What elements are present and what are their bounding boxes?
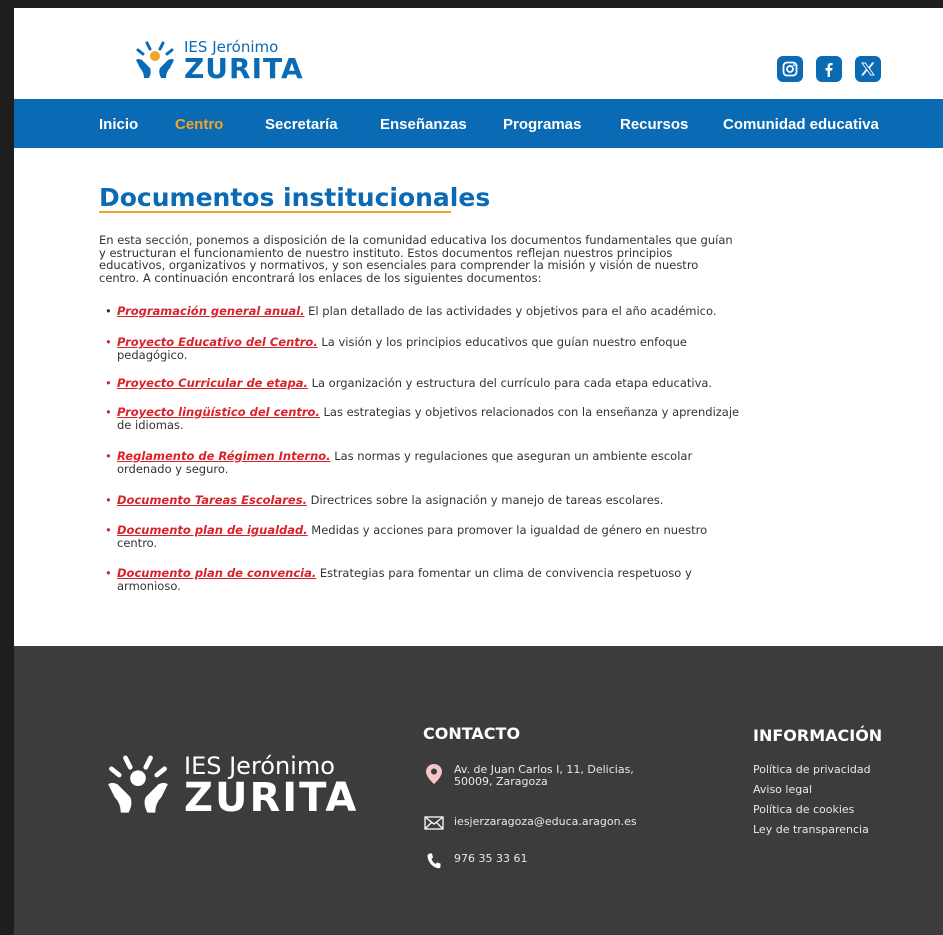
document-description: El plan detallado de las actividades y o…: [304, 304, 717, 318]
transparency-law-link[interactable]: Ley de transparencia: [753, 823, 869, 836]
cookie-policy-link[interactable]: Política de cookies: [753, 803, 854, 816]
title-underline: [99, 211, 451, 213]
footer-logo-title: ZURITA: [184, 775, 359, 821]
site-header: IES Jerónimo ZURITA: [14, 8, 943, 99]
info-heading: INFORMACIÓN: [753, 726, 883, 745]
bullet: •: [105, 566, 112, 580]
document-link[interactable]: Proyecto Curricular de etapa.: [117, 376, 308, 390]
phone-text: 976 35 33 61: [454, 852, 528, 865]
nav-item-secretaria[interactable]: Secretaría: [265, 116, 338, 133]
document-description: La organización y estructura del currícu…: [307, 376, 713, 390]
x-icon[interactable]: [855, 56, 881, 82]
document-description: Directrices sobre la asignación y manejo…: [306, 493, 664, 507]
privacy-policy-link[interactable]: Política de privacidad: [753, 763, 871, 776]
logo-mark-icon: [136, 41, 174, 78]
list-item: • Documento plan de igualdad. Medidas y …: [105, 524, 745, 549]
location-pin-icon: [424, 764, 444, 784]
email-row[interactable]: iesjerzaragoza@educa.aragon.es: [424, 816, 637, 830]
nav-item-comunidad-educativa[interactable]: Comunidad educativa: [723, 116, 879, 133]
nav-item-programas[interactable]: Programas: [503, 116, 581, 133]
logo-mark-icon: [108, 755, 168, 813]
bullet: •: [105, 304, 112, 318]
nav-item-inicio[interactable]: Inicio: [99, 116, 138, 133]
list-item: • Programación general anual. El plan de…: [105, 305, 745, 318]
social-links: [777, 56, 881, 82]
list-item: • Proyecto lingüístico del centro. Las e…: [105, 406, 745, 431]
bullet: •: [105, 493, 112, 507]
footer-logo[interactable]: IES Jerónimo ZURITA: [102, 750, 358, 822]
nav-item-ensenanzas[interactable]: Enseñanzas: [380, 116, 467, 133]
site-footer: IES Jerónimo ZURITA CONTACTO Av. de Juan…: [14, 646, 943, 935]
page-title: Documentos institucionales: [99, 183, 491, 212]
email-text: iesjerzaragoza@educa.aragon.es: [454, 815, 637, 828]
site-logo[interactable]: IES Jerónimo ZURITA: [132, 38, 304, 84]
main-nav: Inicio Centro Secretaría Enseñanzas Prog…: [14, 99, 943, 148]
facebook-icon[interactable]: [816, 56, 842, 82]
document-link[interactable]: Documento Tareas Escolares.: [117, 493, 307, 507]
phone-row[interactable]: 976 35 33 61: [424, 853, 527, 869]
list-item: • Documento Tareas Escolares. Directrice…: [105, 494, 745, 507]
bullet: •: [105, 376, 112, 390]
contact-heading: CONTACTO: [423, 724, 521, 743]
list-item: • Reglamento de Régimen Interno. Las nor…: [105, 450, 745, 475]
phone-icon: [424, 853, 444, 869]
address-row: Av. de Juan Carlos I, 11, Delicias, 5000…: [424, 764, 634, 788]
document-link[interactable]: Programación general anual.: [117, 304, 305, 318]
bullet: •: [105, 523, 112, 537]
list-item: • Documento plan de convencia. Estrategi…: [105, 567, 745, 592]
mail-icon: [424, 816, 444, 830]
instagram-icon[interactable]: [777, 56, 803, 82]
nav-item-recursos[interactable]: Recursos: [620, 116, 688, 133]
address-line-2: 50009, Zaragoza: [454, 775, 548, 788]
bullet: •: [105, 405, 112, 419]
legal-notice-link[interactable]: Aviso legal: [753, 783, 812, 796]
nav-item-centro[interactable]: Centro: [175, 116, 223, 133]
bullet: •: [105, 449, 112, 463]
bullet: •: [105, 335, 112, 349]
logo-title: ZURITA: [184, 51, 304, 85]
list-item: • Proyecto Curricular de etapa. La organ…: [105, 377, 745, 390]
list-item: • Proyecto Educativo del Centro. La visi…: [105, 336, 745, 361]
intro-paragraph: En esta sección, ponemos a disposición d…: [99, 233, 733, 285]
